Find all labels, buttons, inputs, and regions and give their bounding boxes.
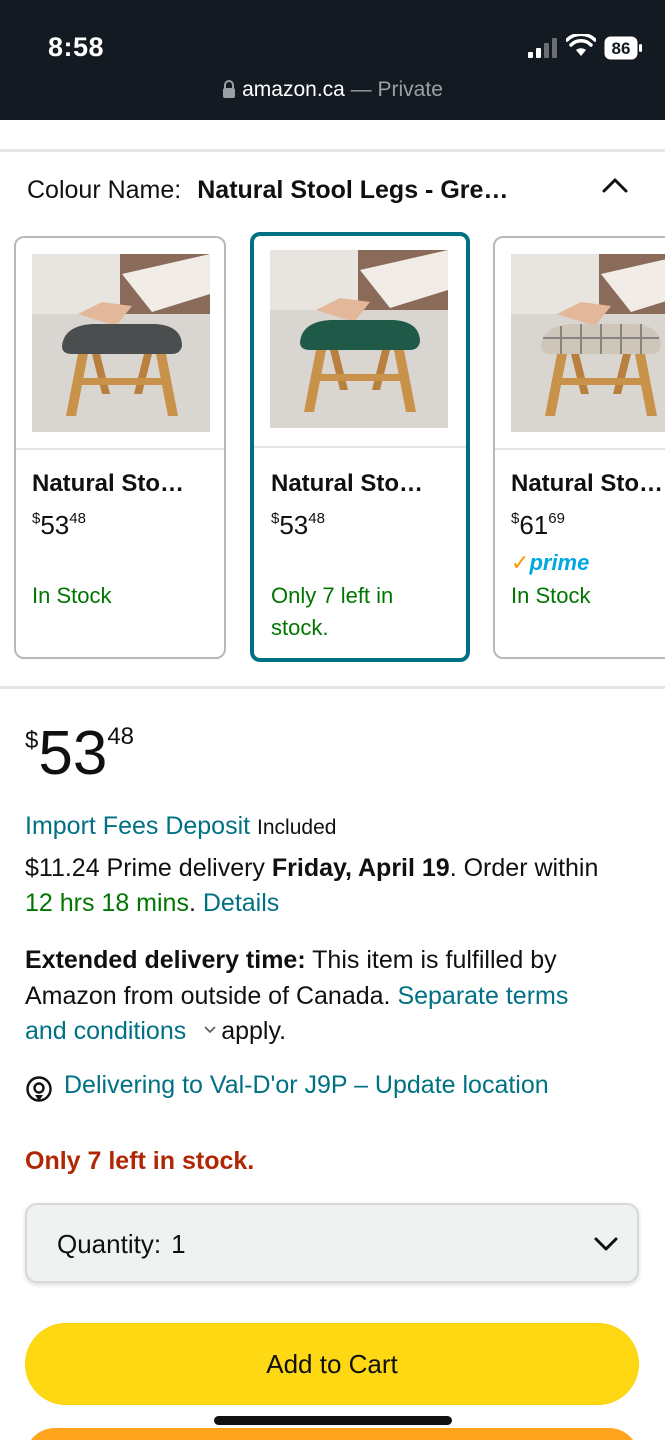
delivery-details-link[interactable]: Details (203, 889, 279, 917)
battery-level: 86 (612, 39, 631, 58)
swatch-name: Natural Sto… (511, 470, 664, 497)
swatch-stock-status: Only 7 left in stock. (271, 583, 394, 640)
swatch-price: $5348 (271, 510, 325, 540)
delivery-date: Friday, April 19 (271, 854, 450, 882)
swatch-price: $6169 (511, 510, 565, 540)
private-mode-label: Private (377, 78, 443, 101)
extended-delivery-line-2: Amazon from outside of Canada. Separate … (25, 982, 569, 1010)
url-text: amazon.ca (242, 78, 345, 101)
quantity-selector[interactable]: Quantity: 1 (25, 1203, 639, 1283)
seat-cushion (300, 320, 420, 350)
swatch-stock-status: In Stock (32, 583, 112, 608)
product-price: $5348 (25, 719, 135, 788)
swatch-card-plaid[interactable]: Natural Sto… $6169 ✓prime In Stock (493, 236, 665, 659)
divider (0, 686, 665, 689)
extended-delivery-line-3: and conditions apply. (25, 1017, 287, 1045)
swatch-image-area (254, 236, 466, 448)
add-to-cart-button[interactable]: Add to Cart (25, 1323, 639, 1405)
low-stock-warning: Only 7 left in stock. (25, 1147, 255, 1175)
divider (0, 149, 665, 152)
prime-badge: ✓prime (511, 550, 590, 575)
colour-name-row[interactable]: Colour Name: Natural Stool Legs - Gre… (27, 176, 508, 205)
colour-name-label: Colour Name: (27, 176, 182, 204)
status-bar: 8:58 86 amazon.ca — Private (0, 0, 665, 120)
url-separator: — (344, 78, 378, 101)
delivery-line-1: $11.24 Prime delivery Friday, April 19. … (25, 854, 599, 882)
stool-photo (511, 254, 665, 432)
url-bar[interactable]: amazon.ca — Private (0, 78, 665, 102)
cellular-signal-icon (528, 38, 557, 58)
chevron-down-icon[interactable] (203, 1025, 217, 1035)
prime-check-icon: ✓ (511, 550, 530, 575)
swatch-card-grey[interactable]: Natural Sto… $5348 In Stock (14, 236, 226, 659)
colour-name-value: Natural Stool Legs - Gre… (197, 176, 509, 204)
swatch-image-area (16, 238, 224, 450)
buy-now-button[interactable] (25, 1428, 639, 1440)
swatch-card-green-selected[interactable]: Natural Sto… $5348 Only 7 left in stock. (250, 232, 470, 662)
delivery-line-2: 12 hrs 18 mins. Details (25, 889, 280, 917)
stool-photo (32, 254, 210, 432)
chevron-up-icon[interactable] (601, 175, 629, 195)
location-pin-icon (26, 1076, 52, 1102)
terms-conditions-link[interactable]: and conditions (25, 1017, 186, 1045)
extended-delivery-label: Extended delivery time: (25, 946, 306, 974)
quantity-value: 1 (171, 1229, 186, 1259)
delivery-location-link[interactable]: Delivering to Val-D'or J9P – Update loca… (64, 1071, 549, 1100)
seat-cushion (62, 324, 182, 354)
stool-photo (270, 250, 448, 428)
extended-delivery-line-1: Extended delivery time: This item is ful… (25, 946, 557, 974)
chevron-down-icon (594, 1237, 618, 1251)
delivery-countdown: 12 hrs 18 mins (25, 889, 189, 917)
swatch-stock-status: In Stock (511, 583, 591, 608)
import-fees-row: Import Fees Deposit Included (25, 809, 336, 845)
swatch-name: Natural Sto… (32, 470, 185, 497)
home-indicator (214, 1416, 452, 1425)
swatch-image-area (495, 238, 665, 450)
battery-icon: 86 (604, 36, 642, 60)
lock-icon (223, 80, 236, 98)
status-time: 8:58 (48, 32, 105, 62)
separate-terms-link[interactable]: Separate terms (397, 982, 568, 1010)
quantity-label: Quantity: 1 (57, 1229, 186, 1259)
swatch-name: Natural Sto… (271, 470, 424, 497)
import-fees-link[interactable]: Import Fees Deposit (25, 812, 250, 840)
wifi-icon (566, 34, 596, 56)
import-fees-suffix: Included (257, 816, 337, 839)
swatch-price: $5348 (32, 510, 86, 540)
